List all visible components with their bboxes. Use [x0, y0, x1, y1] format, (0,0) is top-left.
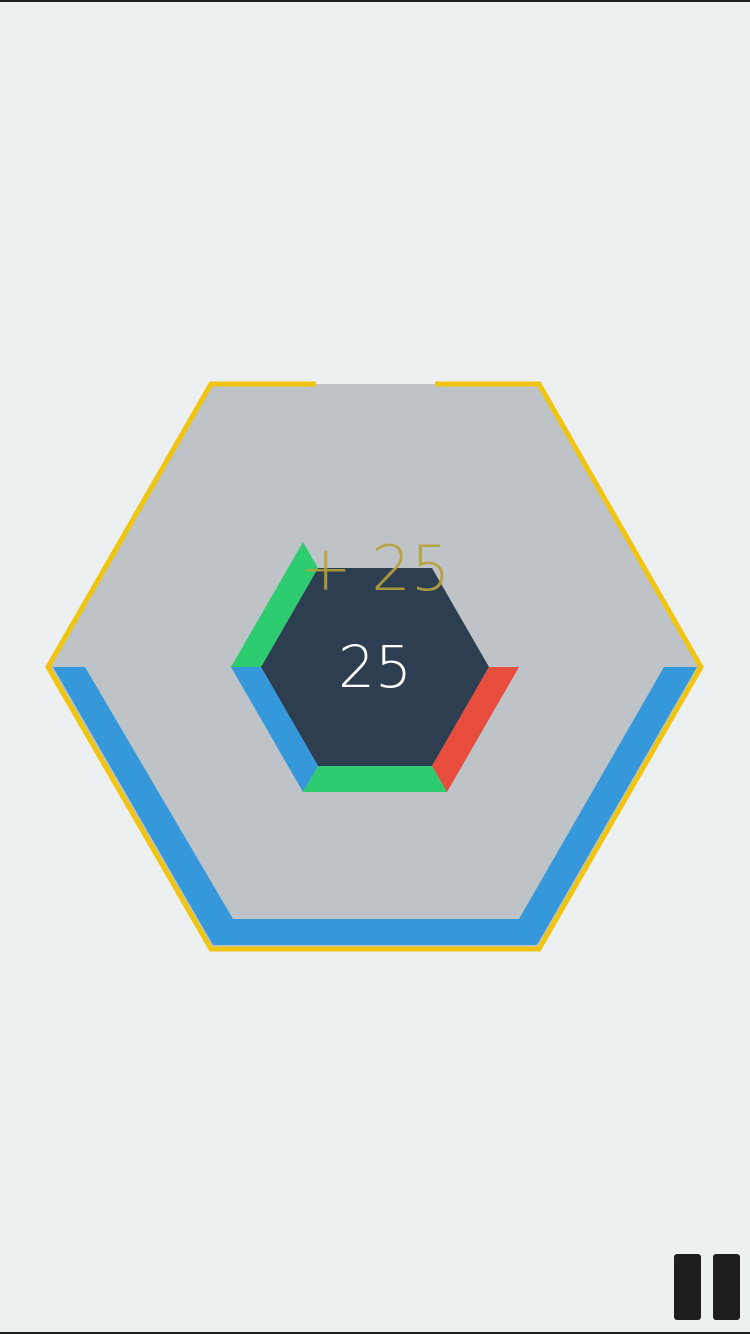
- center-block-green-bottom: [303, 766, 447, 792]
- outer-block-blue-bottom: [213, 919, 537, 945]
- game-board[interactable]: + 25 25: [0, 0, 750, 1334]
- score-popup: + 25: [300, 532, 451, 605]
- pause-button[interactable]: [674, 1254, 740, 1320]
- score: 25: [338, 633, 412, 701]
- pause-icon: [674, 1254, 701, 1320]
- pause-icon-bar: [713, 1254, 740, 1320]
- game-screen: + 25 25: [0, 0, 750, 1334]
